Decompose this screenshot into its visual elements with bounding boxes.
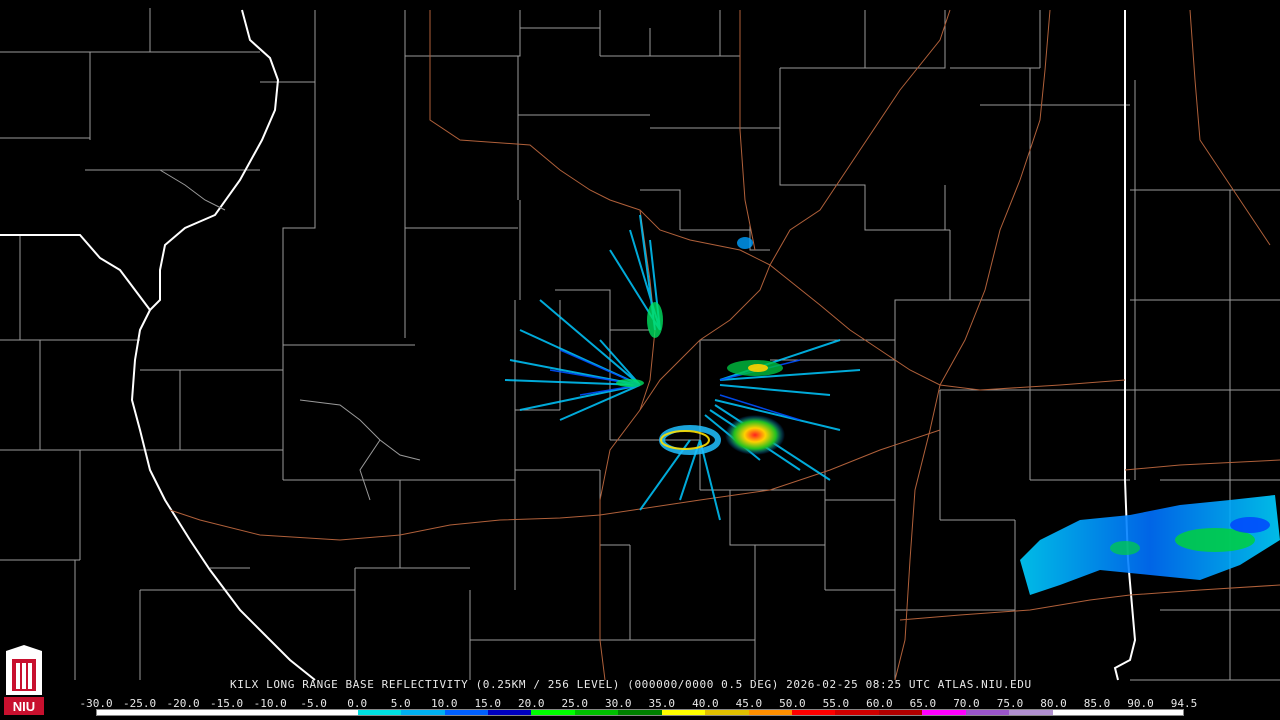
reflectivity-colorbar	[96, 709, 1184, 716]
colorbar-segment	[835, 710, 879, 715]
colorbar-segment	[792, 710, 836, 715]
colorbar-segment	[878, 710, 923, 715]
colorbar-segment	[487, 710, 532, 715]
logo-text: NIU	[13, 699, 35, 714]
colorbar-segment	[140, 710, 184, 715]
colorbar-segment	[574, 710, 619, 715]
colorbar-segment	[965, 710, 1010, 715]
colorbar-segment	[661, 710, 706, 715]
colorbar-segment	[227, 710, 271, 715]
colorbar-segment	[705, 710, 749, 715]
colorbar-segment	[1009, 710, 1053, 715]
radar-echoes	[504, 214, 1280, 595]
colorbar-segment	[444, 710, 488, 715]
colorbar-segment	[1052, 710, 1097, 715]
colorbar-segment	[183, 710, 228, 715]
colorbar-segment	[531, 710, 575, 715]
colorbar-segment	[922, 710, 966, 715]
colorbar-segment	[401, 710, 445, 715]
colorbar-segment	[618, 710, 662, 715]
colorbar-labels: -30.0 -25.0 -20.0 -15.0 -10.0 -5.0 0.0 5.0 10.0 1…	[80, 697, 1198, 710]
colorbar-segment	[97, 710, 141, 715]
colorbar-segment	[357, 710, 402, 715]
colorbar-segment	[270, 710, 315, 715]
niu-logo: NIU	[4, 645, 44, 715]
colorbar-segment	[1096, 710, 1140, 715]
radar-map	[0, 8, 1280, 681]
colorbar-segment	[1139, 710, 1183, 715]
colorbar-segment	[314, 710, 358, 715]
colorbar-segment	[748, 710, 792, 715]
product-caption: KILX LONG RANGE BASE REFLECTIVITY (0.25K…	[230, 678, 1032, 691]
county-boundaries	[0, 8, 1280, 681]
state-boundaries	[0, 9, 1137, 681]
